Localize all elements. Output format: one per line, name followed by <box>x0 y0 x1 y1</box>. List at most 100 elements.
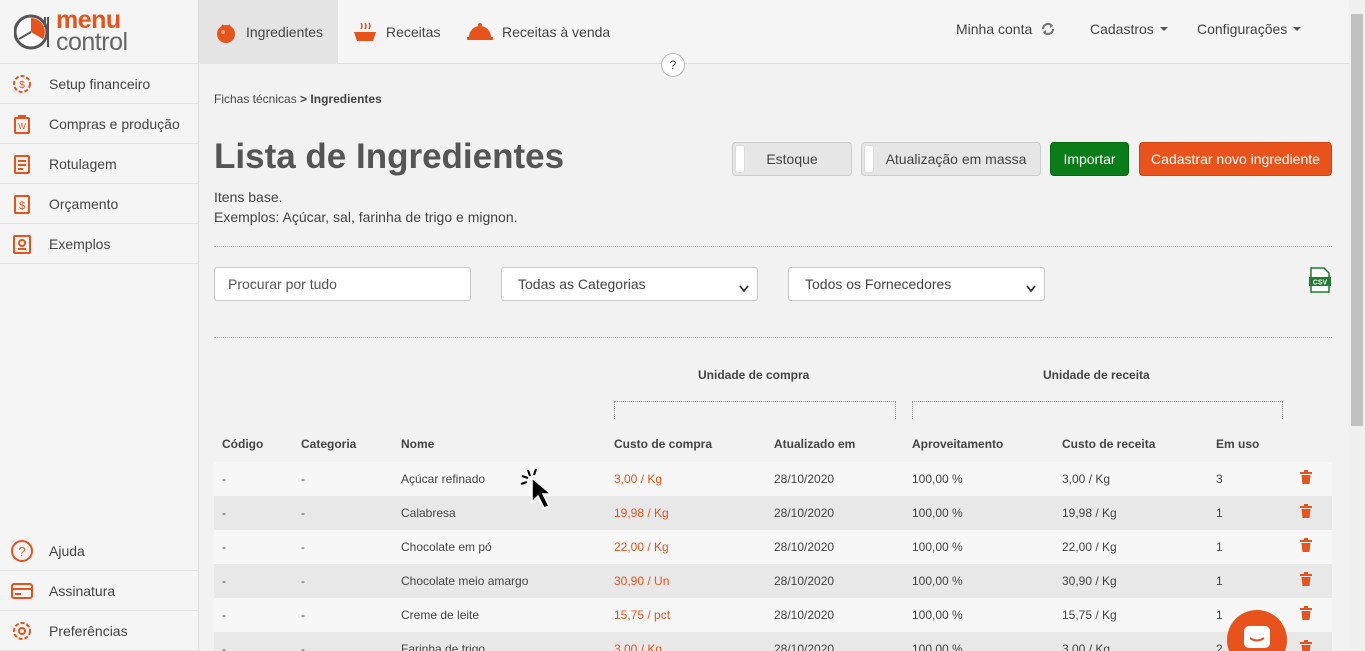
gear-icon <box>10 619 34 643</box>
table-row[interactable]: - - Farinha de trigo 3,00 / Kg 28/10/202… <box>214 632 1332 651</box>
cell-custo-receita: 22,00 / Kg <box>1062 540 1117 554</box>
cell-custo-compra[interactable]: 3,00 / Kg <box>614 642 662 651</box>
examples-book-icon <box>10 232 34 256</box>
svg-text:CSV: CSV <box>1313 280 1328 287</box>
cell-custo-compra[interactable]: 19,98 / Kg <box>614 506 669 520</box>
configuracoes-menu[interactable]: Configurações <box>1197 0 1302 58</box>
group-header-compra: Unidade de compra <box>698 368 810 382</box>
cell-em-uso: 1 <box>1216 506 1223 520</box>
cell-aproveitamento: 100,00 % <box>912 506 963 520</box>
svg-text:$: $ <box>19 80 25 91</box>
sidebar-item-ajuda[interactable]: ? Ajuda <box>0 531 198 571</box>
gear-dollar-icon: $ <box>10 72 34 96</box>
brand-logo[interactable]: menu control <box>0 0 198 64</box>
breadcrumb-parent[interactable]: Fichas técnicas <box>214 92 297 106</box>
cell-custo-compra[interactable]: 3,00 / Kg <box>614 472 662 486</box>
sidebar-item-label: Ajuda <box>49 542 85 559</box>
column-header-codigo[interactable]: Código <box>222 437 263 451</box>
budget-icon: $ <box>10 192 34 216</box>
description-line-2: Exemplos: Açúcar, sal, farinha de trigo … <box>214 209 518 225</box>
mouse-cursor-icon <box>518 466 570 521</box>
cell-atualizado: 28/10/2020 <box>774 506 835 520</box>
table-row[interactable]: - - Creme de leite 15,75 / pct 28/10/202… <box>214 598 1332 632</box>
cadastrar-ingrediente-button[interactable]: Cadastrar novo ingrediente <box>1139 142 1332 176</box>
category-select[interactable]: Todas as Categorias <box>501 267 758 301</box>
sidebar-item-label: Setup financeiro <box>49 75 151 92</box>
cell-custo-compra[interactable]: 22,00 / Kg <box>614 540 669 554</box>
column-header-categoria[interactable]: Categoria <box>301 437 356 451</box>
sidebar-item-setup[interactable]: $ Setup financeiro <box>0 64 198 104</box>
breadcrumb-separator: > <box>300 92 308 106</box>
cell-codigo: - <box>222 608 226 622</box>
column-header-atualizado[interactable]: Atualizado em <box>774 437 855 451</box>
shopping-bag-icon: W <box>10 112 34 136</box>
trash-icon[interactable] <box>1300 538 1312 555</box>
column-header-nome[interactable]: Nome <box>401 437 434 451</box>
cell-nome[interactable]: Chocolate meio amargo <box>401 574 528 588</box>
cell-em-uso: 2 <box>1216 642 1223 651</box>
column-header-custo-receita[interactable]: Custo de receita <box>1062 437 1155 451</box>
cadastros-menu[interactable]: Cadastros <box>1090 0 1168 58</box>
chevron-down-icon <box>1159 27 1168 31</box>
sidebar-item-exemplos[interactable]: Exemplos <box>0 224 198 264</box>
cell-nome[interactable]: Farinha de trigo <box>401 642 485 651</box>
chevron-down-icon <box>1293 27 1302 31</box>
cell-codigo: - <box>222 574 226 588</box>
brand-line2: control <box>56 27 128 56</box>
cell-atualizado: 28/10/2020 <box>774 642 835 651</box>
account-label: Minha conta <box>956 21 1033 37</box>
supplier-select[interactable]: Todos os Fornecedores <box>788 267 1045 301</box>
column-header-custo-compra[interactable]: Custo de compra <box>614 437 712 451</box>
cell-atualizado: 28/10/2020 <box>774 608 835 622</box>
table-row[interactable]: - - Chocolate em pó 22,00 / Kg 28/10/202… <box>214 530 1332 564</box>
chat-launcher-button[interactable] <box>1227 610 1287 651</box>
toggle-knob <box>864 145 874 173</box>
cell-atualizado: 28/10/2020 <box>774 540 835 554</box>
column-header-em-uso[interactable]: Em uso <box>1216 437 1259 451</box>
search-input[interactable]: Procurar por tudo <box>214 267 471 301</box>
cell-em-uso: 3 <box>1216 472 1223 486</box>
column-header-aproveitamento[interactable]: Aproveitamento <box>912 437 1003 451</box>
trash-icon[interactable] <box>1300 504 1312 521</box>
sidebar-item-rotulagem[interactable]: Rotulagem <box>0 144 198 184</box>
importar-button[interactable]: Importar <box>1050 142 1129 176</box>
tab-label: Ingredientes <box>246 24 324 40</box>
atualizacao-em-massa-toggle[interactable]: Atualização em massa <box>861 142 1041 176</box>
estoque-label: Estoque <box>766 151 818 167</box>
cell-nome[interactable]: Açúcar refinado <box>401 472 485 486</box>
csv-export-icon[interactable]: CSV <box>1308 267 1332 293</box>
cell-codigo: - <box>222 506 226 520</box>
cell-nome[interactable]: Calabresa <box>401 506 456 520</box>
table-row[interactable]: - - Açúcar refinado 3,00 / Kg 28/10/2020… <box>214 462 1332 496</box>
estoque-toggle[interactable]: Estoque <box>732 142 852 176</box>
description-line-1: Itens base. <box>214 189 283 205</box>
account-menu[interactable]: Minha conta <box>956 0 1056 58</box>
tab-ingredientes[interactable]: Ingredientes <box>199 0 338 64</box>
table-row[interactable]: - - Chocolate meio amargo 30,90 / Un 28/… <box>214 564 1332 598</box>
scrollbar-thumb[interactable] <box>1351 14 1363 426</box>
trash-icon[interactable] <box>1300 572 1312 589</box>
label-icon <box>10 152 34 176</box>
cell-nome[interactable]: Creme de leite <box>401 608 479 622</box>
cell-custo-receita: 15,75 / Kg <box>1062 608 1117 622</box>
vertical-scrollbar[interactable] <box>1349 0 1365 651</box>
cell-atualizado: 28/10/2020 <box>774 574 835 588</box>
sidebar-item-preferencias[interactable]: Preferências <box>0 611 198 651</box>
table-row[interactable]: - - Calabresa 19,98 / Kg 28/10/2020 100,… <box>214 496 1332 530</box>
sidebar-item-compras[interactable]: W Compras e produção <box>0 104 198 144</box>
cell-atualizado: 28/10/2020 <box>774 472 835 486</box>
trash-icon[interactable] <box>1300 470 1312 487</box>
trash-icon[interactable] <box>1300 640 1312 651</box>
help-button[interactable]: ? <box>661 53 685 77</box>
cell-custo-compra[interactable]: 30,90 / Un <box>614 574 669 588</box>
sidebar-item-orcamento[interactable]: $ Orçamento <box>0 184 198 224</box>
cell-nome[interactable]: Chocolate em pó <box>401 540 492 554</box>
tab-receitas[interactable]: Receitas <box>352 0 440 64</box>
trash-icon[interactable] <box>1300 606 1312 623</box>
cell-codigo: - <box>222 472 226 486</box>
sidebar-item-assinatura[interactable]: Assinatura <box>0 571 198 611</box>
cell-aproveitamento: 100,00 % <box>912 608 963 622</box>
tab-receitas-a-venda[interactable]: Receitas à venda <box>466 0 610 64</box>
sidebar-item-label: Preferências <box>49 622 128 639</box>
cell-custo-compra[interactable]: 15,75 / pct <box>614 608 670 622</box>
